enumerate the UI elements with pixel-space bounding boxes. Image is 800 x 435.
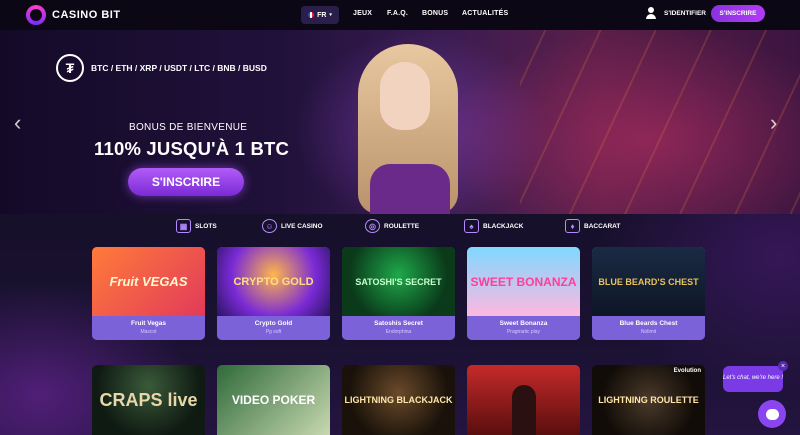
game-thumbnail: CRYPTO GOLD: [217, 247, 330, 316]
flag-icon: [308, 12, 315, 18]
game-thumbnail: SATOSHI'S SECRET: [342, 247, 455, 316]
game-name: Crypto Gold: [254, 320, 293, 327]
category-live-casino[interactable]: ☺ LIVE CASINO: [262, 219, 323, 233]
category-baccarat[interactable]: ♦ BACCARAT: [565, 219, 620, 233]
category-label: LIVE CASINO: [281, 222, 323, 230]
game-card-lightning-roulette[interactable]: LIGHTNING ROULETTE Evolution: [592, 365, 705, 435]
bonus-amount: 110% JUSQU'À 1 BTC: [94, 138, 290, 159]
slots-icon: ▦: [176, 219, 191, 233]
category-label: ROULETTE: [384, 222, 420, 230]
carousel-next-arrow-icon[interactable]: ›: [770, 110, 777, 136]
game-card-live-dealer[interactable]: [467, 365, 580, 435]
game-provider: Pg soft: [265, 329, 282, 335]
game-thumbnail: SWEET BONANZA: [467, 247, 580, 316]
currency-list: BTC / ETH / XRP / USDT / LTC / BNB / BUS…: [91, 63, 267, 73]
signin-label: S'IDENTIFIER: [664, 9, 706, 17]
game-card-lightning-blackjack[interactable]: LIGHTNING BLACKJACK: [342, 365, 455, 435]
logo-icon: [26, 5, 46, 25]
category-label: BLACKJACK: [483, 222, 524, 230]
language-label: FR: [317, 11, 327, 19]
game-thumbnail-title: LIGHTNING ROULETTE: [598, 395, 699, 405]
game-thumbnail: BLUE BEARD'S CHEST: [592, 247, 705, 316]
casino-lights-background: [520, 30, 800, 214]
language-selector[interactable]: FR ▾: [301, 6, 339, 24]
game-name: Blue Beards Chest: [619, 320, 678, 327]
brand-logo[interactable]: CASINO BIT: [26, 5, 121, 25]
game-name: Fruit Vegas: [130, 320, 167, 327]
game-thumbnail: Fruit VEGAS: [92, 247, 205, 316]
hero-model-image: [348, 44, 468, 214]
game-provider: Mascot: [140, 329, 157, 335]
user-icon: [646, 7, 656, 19]
category-blackjack[interactable]: ♠ BLACKJACK: [464, 219, 523, 233]
game-card-sweet-bonanza[interactable]: SWEET BONANZA Sweet Bonanza Pragmatic pl…: [467, 247, 580, 340]
category-slots[interactable]: ▦ SLOTS: [176, 219, 217, 233]
dealer-icon: ☺: [262, 219, 277, 233]
game-card-crypto-gold[interactable]: CRYPTO GOLD Crypto Gold Pg soft: [217, 247, 330, 340]
nav-jeux[interactable]: JEUX: [353, 10, 372, 17]
dealer-image: [511, 385, 536, 435]
accepted-currencies: ₮ BTC / ETH / XRP / USDT / LTC / BNB / B…: [56, 54, 267, 82]
category-label: BACCARAT: [584, 222, 621, 230]
chevron-down-icon: ▾: [329, 12, 332, 18]
carousel-prev-arrow-icon[interactable]: ‹: [14, 110, 21, 136]
chat-bubble-icon: [765, 408, 779, 420]
game-provider: Nolimit: [640, 329, 657, 335]
game-name: Sweet Bonanza: [499, 320, 548, 327]
chat-close-icon[interactable]: ×: [778, 361, 788, 371]
category-roulette[interactable]: ◎ ROULETTE: [365, 219, 419, 233]
nav-bonus[interactable]: BONUS: [422, 10, 448, 17]
game-name: Satoshis Secret: [374, 320, 423, 327]
game-provider: Endorphina: [385, 329, 412, 335]
game-card-video-poker[interactable]: VIDEO POKER: [217, 365, 330, 435]
hero-banner: ₮ BTC / ETH / XRP / USDT / LTC / BNB / B…: [0, 30, 800, 214]
game-card-satoshis-secret[interactable]: SATOSHI'S SECRET Satoshis Secret Endorph…: [342, 247, 455, 340]
provider-badge: Evolution: [673, 368, 701, 374]
game-card-fruit-vegas[interactable]: Fruit VEGAS Fruit Vegas Mascot: [92, 247, 205, 340]
category-label: SLOTS: [195, 222, 217, 230]
nav-faq[interactable]: F.A.Q.: [387, 10, 408, 17]
game-card-craps[interactable]: CRAPS live: [92, 365, 205, 435]
signin-link[interactable]: S'IDENTIFIER: [646, 7, 706, 19]
hero-signup-button[interactable]: S'INSCRIRE: [128, 168, 244, 196]
baccarat-icon: ♦: [565, 219, 580, 233]
top-header: CASINO BIT FR ▾ JEUX F.A.Q. BONUS ACTUAL…: [0, 0, 800, 30]
tether-icon: ₮: [56, 54, 84, 82]
chat-launcher-button[interactable]: [758, 400, 786, 428]
cards-icon: ♠: [464, 219, 479, 233]
game-provider: Pragmatic play: [506, 329, 541, 335]
signup-button[interactable]: S'INSCRIRE: [711, 5, 765, 22]
game-card-blue-beards-chest[interactable]: BLUE BEARD'S CHEST Blue Beards Chest Nol…: [592, 247, 705, 340]
nav-actualites[interactable]: ACTUALITÉS: [462, 10, 508, 17]
brand-name: CASINO BIT: [52, 9, 121, 21]
chat-prompt-bubble[interactable]: Let's chat, we're here !: [723, 366, 783, 392]
roulette-icon: ◎: [365, 219, 380, 233]
bonus-title: BONUS DE BIENVENUE: [129, 122, 248, 133]
